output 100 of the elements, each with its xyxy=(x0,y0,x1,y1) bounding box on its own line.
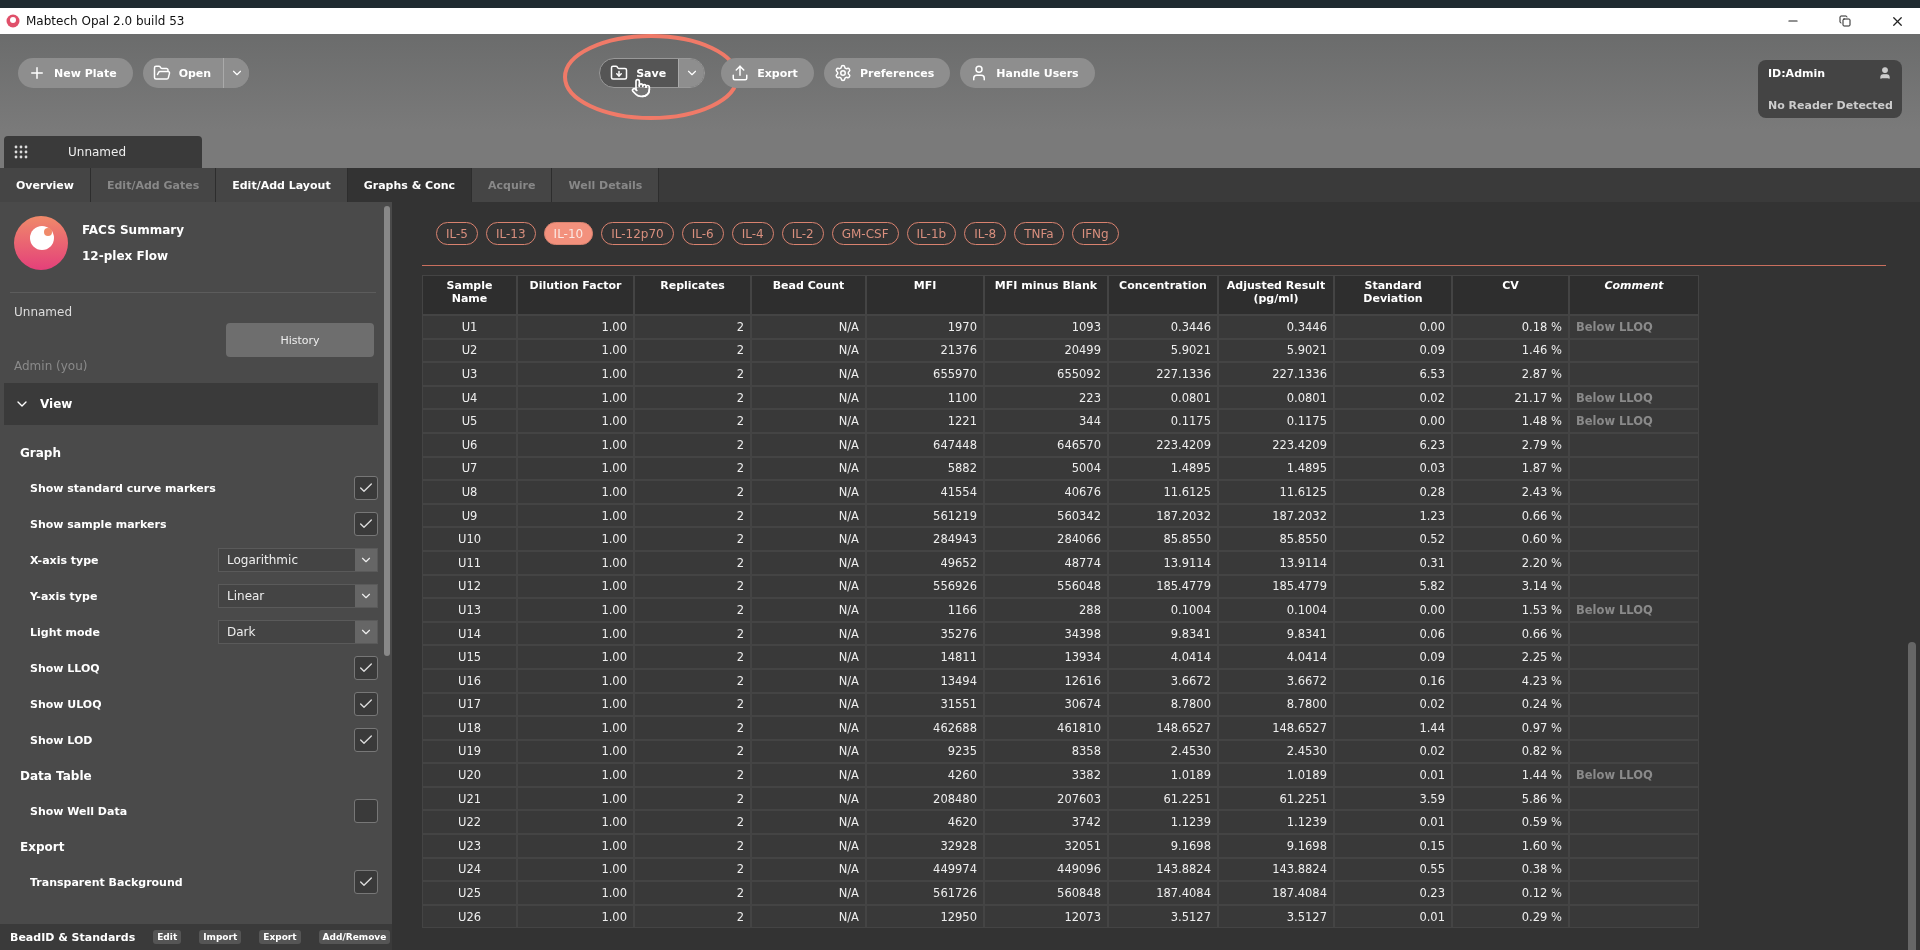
dropdown-select[interactable]: Linear xyxy=(218,584,378,608)
dropdown-select[interactable]: Logarithmic xyxy=(218,548,378,572)
action-button[interactable]: Import xyxy=(199,930,242,944)
table-cell: 0.24 % xyxy=(1452,692,1569,717)
column-header: CV xyxy=(1452,275,1569,315)
table-cell: U14 xyxy=(422,621,517,646)
table-cell: 8358 xyxy=(984,739,1108,764)
table-cell: 288 xyxy=(984,598,1108,622)
table-cell: 4.23 % xyxy=(1452,668,1569,693)
split-button[interactable]: Save xyxy=(599,58,706,88)
checkbox[interactable] xyxy=(354,728,378,752)
scrollbar-thumb[interactable] xyxy=(384,206,390,656)
group-heading: Data Table xyxy=(19,767,93,785)
split-button[interactable]: Open xyxy=(142,58,250,88)
table-cell: 9.8341 xyxy=(1108,621,1218,646)
table-cell: N/A xyxy=(751,480,866,504)
folder-button[interactable]: Open xyxy=(142,58,224,88)
table-cell: 3742 xyxy=(984,810,1108,835)
table-cell: 49652 xyxy=(866,550,984,575)
plus-icon xyxy=(28,64,46,82)
table-cell: 185.4779 xyxy=(1108,574,1218,599)
checkbox[interactable] xyxy=(354,656,378,680)
dropdown-button[interactable] xyxy=(223,58,250,88)
table-cell: 1970 xyxy=(866,315,984,339)
table-cell: 2 xyxy=(634,692,751,717)
checkbox[interactable] xyxy=(354,870,378,894)
summary-subtitle: 12-plex Flow xyxy=(82,249,170,263)
tab[interactable]: Graphs & Conc xyxy=(347,168,473,202)
table-cell: 2 xyxy=(634,503,751,528)
dropdown-button[interactable] xyxy=(678,59,705,87)
table-cell: 0.82 % xyxy=(1452,739,1569,764)
table-cell: 2 xyxy=(634,550,751,575)
table-cell: 6.53 xyxy=(1334,362,1452,386)
column-header: Sample Name xyxy=(422,275,517,315)
table-cell: 8.7800 xyxy=(1218,692,1334,717)
table-cell: 30674 xyxy=(984,692,1108,717)
scrollbar-thumb[interactable] xyxy=(1908,642,1916,950)
table-cell: N/A xyxy=(751,362,866,386)
action-button[interactable]: Edit xyxy=(153,930,182,944)
table-cell: 13934 xyxy=(984,645,1108,669)
table-cell: N/A xyxy=(751,857,866,882)
option-label: Show standard curve markers xyxy=(30,481,216,495)
table-cell: 85.8550 xyxy=(1108,527,1218,551)
table-cell: 560342 xyxy=(984,503,1108,528)
option-label: Show LLOQ xyxy=(30,661,100,675)
table-cell: 1093 xyxy=(984,315,1108,339)
tab[interactable]: Edit/Add Layout xyxy=(216,168,348,202)
table-cell: 32928 xyxy=(866,834,984,858)
checkbox[interactable] xyxy=(354,799,378,823)
table-cell: 1.00 xyxy=(517,409,634,433)
table-cell: U9 xyxy=(422,503,517,528)
table-cell: N/A xyxy=(751,645,866,669)
table-cell: N/A xyxy=(751,786,866,811)
table-cell: 1.00 xyxy=(517,692,634,717)
checkbox[interactable] xyxy=(354,512,378,536)
table-cell: U15 xyxy=(422,645,517,669)
table-cell: 344 xyxy=(984,409,1108,433)
table-cell: 3.59 xyxy=(1334,786,1452,811)
table-cell: 2 xyxy=(634,338,751,363)
table-cell: 21376 xyxy=(866,338,984,363)
table-cell: Below LLOQ xyxy=(1569,315,1699,339)
table-cell: 0.02 xyxy=(1334,739,1452,764)
table-cell: 2 xyxy=(634,668,751,693)
dropdown-select[interactable]: Dark xyxy=(218,620,378,644)
history-button[interactable]: History xyxy=(226,323,374,357)
table-cell: 20499 xyxy=(984,338,1108,363)
table-cell: 3.6672 xyxy=(1218,668,1334,693)
checkbox[interactable] xyxy=(354,692,378,716)
document-tab[interactable]: Unnamed xyxy=(4,136,202,168)
table-cell: 2 xyxy=(634,904,751,929)
checkbox[interactable] xyxy=(354,476,378,500)
table-cell: 1.00 xyxy=(517,550,634,575)
option-label: Light mode xyxy=(30,625,100,639)
table-cell: 1221 xyxy=(866,409,984,433)
table-cell: 8.7800 xyxy=(1108,692,1218,717)
table-cell: U2 xyxy=(422,338,517,363)
column-header: Dilution Factor xyxy=(517,275,634,315)
table-cell: N/A xyxy=(751,315,866,339)
action-button[interactable]: Export xyxy=(259,930,301,944)
table-cell: 2.87 % xyxy=(1452,362,1569,386)
table-cell: 223.4209 xyxy=(1218,432,1334,457)
table-cell: 0.0801 xyxy=(1218,385,1334,410)
column-header: Standard Deviation xyxy=(1334,275,1452,315)
table-cell: 1100 xyxy=(866,385,984,410)
table-cell: 48774 xyxy=(984,550,1108,575)
table-cell: 0.01 xyxy=(1334,904,1452,929)
table-cell: N/A xyxy=(751,621,866,646)
table-cell: 0.01 xyxy=(1334,810,1452,835)
table-cell: 0.00 xyxy=(1334,598,1452,622)
table-cell: 0.1004 xyxy=(1218,598,1334,622)
tab[interactable]: Overview xyxy=(0,168,91,202)
table-cell: 0.00 xyxy=(1334,315,1452,339)
table-cell: 1.0189 xyxy=(1108,763,1218,787)
table-cell: 2.79 % xyxy=(1452,432,1569,457)
table-cell: 2 xyxy=(634,645,751,669)
save-button[interactable]: Save xyxy=(600,59,679,87)
table-cell: U12 xyxy=(422,574,517,599)
view-section-header[interactable]: View xyxy=(4,383,378,425)
action-button[interactable]: Add/Remove xyxy=(318,930,391,944)
table-cell: 2 xyxy=(634,739,751,764)
